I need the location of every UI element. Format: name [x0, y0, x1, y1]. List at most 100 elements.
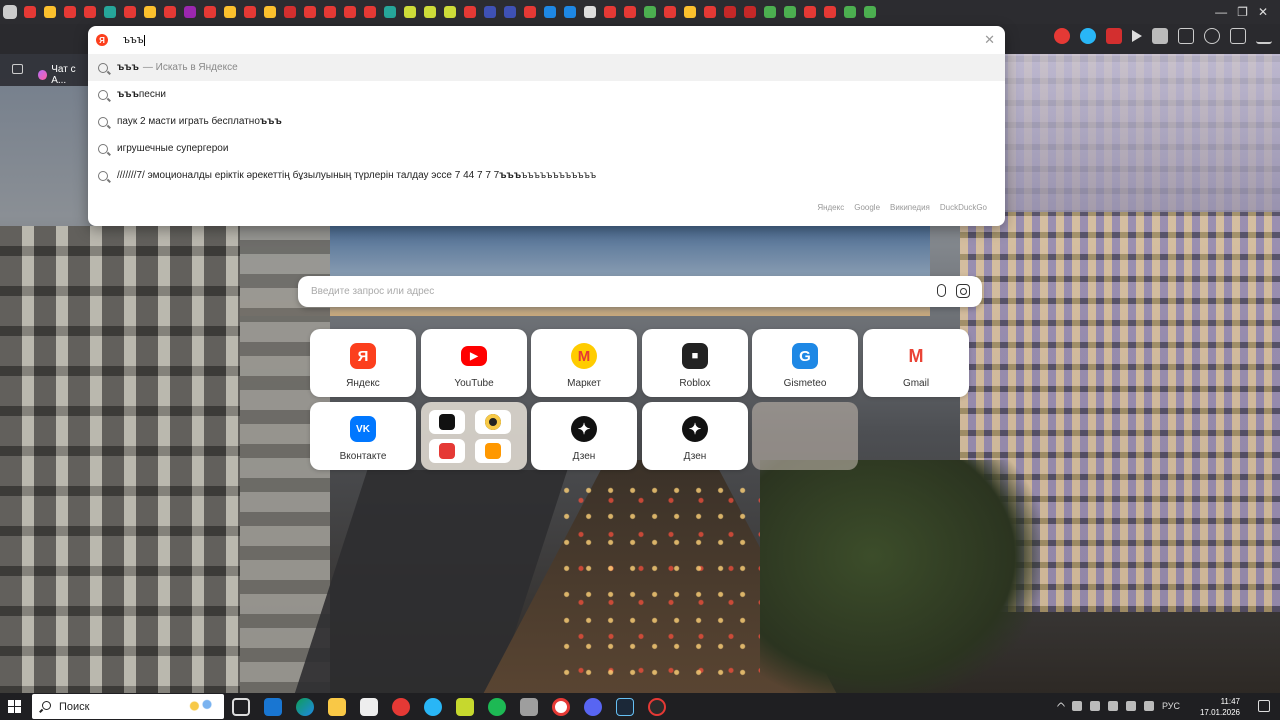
suggestion-item[interactable]: ъъъ песни	[88, 81, 1005, 108]
tab-favicon[interactable]	[740, 0, 760, 24]
tab-favicon[interactable]	[860, 0, 880, 24]
tab-favicon[interactable]	[560, 0, 580, 24]
tile-folder[interactable]	[421, 402, 527, 470]
tab-favicon[interactable]	[120, 0, 140, 24]
notification-icon[interactable]	[1258, 700, 1270, 712]
tile-yandex[interactable]: Я Яндекс	[310, 329, 416, 397]
tab-favicon[interactable]	[800, 0, 820, 24]
close-icon[interactable]: ✕	[1258, 5, 1268, 19]
yandex-browser-icon[interactable]	[392, 698, 410, 716]
store-icon[interactable]	[360, 698, 378, 716]
tray-chevron-icon[interactable]	[1056, 701, 1066, 711]
tab-favicon[interactable]	[760, 0, 780, 24]
browser-menu-icon[interactable]	[0, 0, 20, 24]
tile-dzen[interactable]: ✦ Дзен	[531, 402, 637, 470]
tab-favicon[interactable]	[700, 0, 720, 24]
shield-icon[interactable]	[1152, 28, 1168, 44]
tab-favicon[interactable]	[240, 0, 260, 24]
sync-icon[interactable]	[1204, 28, 1220, 44]
tray-icon[interactable]	[1107, 701, 1118, 711]
steam-icon[interactable]	[616, 698, 634, 716]
suggestion-item[interactable]: ъъъ — Искать в Яндексе	[88, 54, 1005, 81]
tile-gismeteo[interactable]: G Gismeteo	[752, 329, 858, 397]
maximize-icon[interactable]: ❐	[1237, 5, 1248, 19]
suggestion-item[interactable]: игрушечные супергерои	[88, 135, 1005, 162]
tab-favicon[interactable]	[480, 0, 500, 24]
sidebar-toggle-icon[interactable]	[12, 64, 23, 74]
tab-favicon[interactable]	[660, 0, 680, 24]
tab-favicon[interactable]	[720, 0, 740, 24]
app-red-icon[interactable]	[648, 698, 666, 716]
tab-favicon[interactable]	[600, 0, 620, 24]
microphone-icon[interactable]	[937, 284, 946, 297]
spotify-icon[interactable]	[488, 698, 506, 716]
tab-favicon[interactable]	[460, 0, 480, 24]
tab-favicon[interactable]	[180, 0, 200, 24]
volume-icon[interactable]	[1143, 701, 1154, 711]
telegram-icon[interactable]	[424, 698, 442, 716]
tab-favicon[interactable]	[620, 0, 640, 24]
play-icon[interactable]	[1132, 30, 1142, 42]
task-view-icon[interactable]	[232, 698, 250, 716]
tile-market[interactable]: M Маркет	[531, 329, 637, 397]
tab-favicon[interactable]	[100, 0, 120, 24]
tab-favicon[interactable]	[40, 0, 60, 24]
engine-duckduckgo[interactable]: DuckDuckGo	[940, 203, 987, 212]
tab-favicon[interactable]	[20, 0, 40, 24]
tab-favicon[interactable]	[80, 0, 100, 24]
language-indicator[interactable]: РУС	[1162, 701, 1180, 711]
tab-favicon[interactable]	[520, 0, 540, 24]
tab-favicon[interactable]	[360, 0, 380, 24]
tab-chat[interactable]: Чат с А...	[38, 64, 90, 86]
extensions-icon[interactable]	[1230, 28, 1246, 44]
tab-favicon[interactable]	[200, 0, 220, 24]
suggestion-item[interactable]: паук 2 масти играть бесплатно ъъъ	[88, 108, 1005, 135]
tile-roblox[interactable]: ■ Roblox	[642, 329, 748, 397]
tile-add[interactable]	[752, 402, 858, 470]
clear-icon[interactable]: ✕	[984, 32, 995, 48]
screenshot-icon[interactable]	[1178, 28, 1194, 44]
omnibox-query[interactable]: ъъъ	[123, 34, 145, 46]
tab-favicon[interactable]	[580, 0, 600, 24]
tab-favicon[interactable]	[420, 0, 440, 24]
omnibox-input[interactable]: Я ъъъ ✕	[88, 26, 1005, 54]
engine-yandex[interactable]: Яндекс	[817, 203, 844, 212]
tab-favicon[interactable]	[680, 0, 700, 24]
tile-gmail[interactable]: M Gmail	[863, 329, 969, 397]
engine-wikipedia[interactable]: Википедия	[890, 203, 930, 212]
tile-youtube[interactable]: ▶ YouTube	[421, 329, 527, 397]
tab-favicon[interactable]	[60, 0, 80, 24]
download-icon[interactable]	[1256, 28, 1272, 44]
adblock-icon[interactable]	[1106, 28, 1122, 44]
explorer-icon[interactable]	[328, 698, 346, 716]
tab-favicon[interactable]	[840, 0, 860, 24]
app-gray-icon[interactable]	[520, 698, 538, 716]
yandex-icon[interactable]	[552, 698, 570, 716]
tab-favicon[interactable]	[320, 0, 340, 24]
tab-favicon[interactable]	[300, 0, 320, 24]
tab-favicon[interactable]	[260, 0, 280, 24]
tab-favicon[interactable]	[820, 0, 840, 24]
tray-icon[interactable]	[1089, 701, 1100, 711]
ext-red-icon[interactable]	[1054, 28, 1070, 44]
tab-favicon[interactable]	[500, 0, 520, 24]
minimize-icon[interactable]: —	[1215, 5, 1227, 19]
newtab-search-bar[interactable]: Введите запрос или адрес	[298, 276, 982, 307]
taskbar-search[interactable]: Поиск	[32, 694, 224, 719]
clock[interactable]: 11:47 17.01.2026	[1200, 696, 1240, 718]
tab-favicon[interactable]	[280, 0, 300, 24]
engine-google[interactable]: Google	[854, 203, 880, 212]
tab-favicon[interactable]	[400, 0, 420, 24]
suggestion-item[interactable]: ///////7/ эмоционалды еріктік әрекеттің …	[88, 162, 1005, 189]
discord-icon[interactable]	[584, 698, 602, 716]
ext-blue-icon[interactable]	[1080, 28, 1096, 44]
tile-vk[interactable]: VK Вконтакте	[310, 402, 416, 470]
app-yellow-icon[interactable]	[456, 698, 474, 716]
tab-favicon[interactable]	[440, 0, 460, 24]
tab-favicon[interactable]	[640, 0, 660, 24]
tab-favicon[interactable]	[340, 0, 360, 24]
tab-favicon[interactable]	[220, 0, 240, 24]
tab-favicon[interactable]	[780, 0, 800, 24]
windows-start-icon[interactable]	[8, 700, 21, 713]
network-icon[interactable]	[1125, 701, 1136, 711]
